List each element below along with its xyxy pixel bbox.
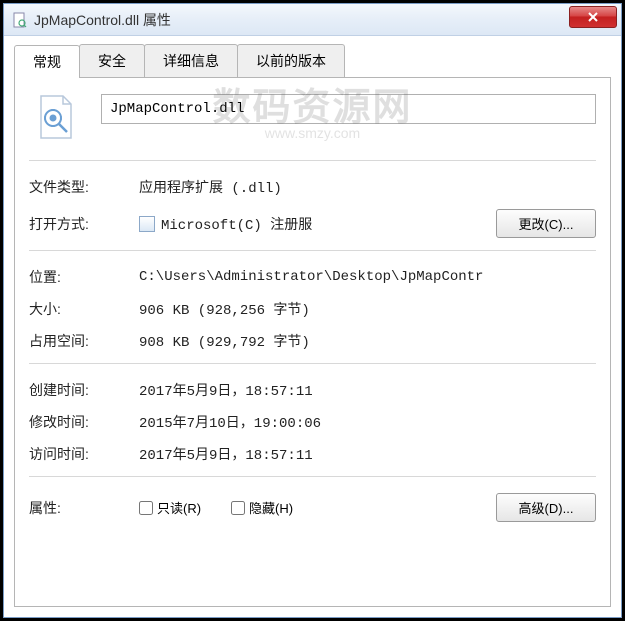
advanced-button[interactable]: 高级(D)...: [496, 493, 596, 522]
created-value: 2017年5月9日，18:57:11: [139, 380, 596, 400]
size-label: 大小:: [29, 299, 139, 319]
divider: [29, 160, 596, 161]
filetype-label: 文件类型:: [29, 177, 139, 197]
accessed-value: 2017年5月9日，18:57:11: [139, 444, 596, 464]
hidden-checkbox-wrap[interactable]: 隐藏(H): [231, 498, 293, 517]
location-value: C:\Users\Administrator\Desktop\JpMapCont…: [139, 269, 596, 285]
tab-previous-versions[interactable]: 以前的版本: [237, 44, 345, 77]
attributes-label: 属性:: [29, 498, 139, 518]
file-type-icon: [12, 12, 28, 28]
app-icon: [139, 216, 155, 232]
change-button[interactable]: 更改(C)...: [496, 209, 596, 238]
created-label: 创建时间:: [29, 380, 139, 400]
divider: [29, 363, 596, 364]
hidden-label: 隐藏(H): [249, 498, 293, 517]
hidden-checkbox[interactable]: [231, 501, 245, 515]
readonly-checkbox-wrap[interactable]: 只读(R): [139, 498, 201, 517]
tab-strip: 常规 安全 详细信息 以前的版本: [14, 44, 611, 77]
readonly-checkbox[interactable]: [139, 501, 153, 515]
properties-window: JpMapControl.dll 属性 数码资源网 www.smzy.com 常…: [3, 3, 622, 618]
tab-details[interactable]: 详细信息: [144, 44, 238, 77]
modified-label: 修改时间:: [29, 412, 139, 432]
openwith-label: 打开方式:: [29, 214, 139, 234]
filetype-value: 应用程序扩展 (.dll): [139, 177, 596, 197]
file-large-icon: [35, 94, 77, 140]
tab-security[interactable]: 安全: [79, 44, 145, 77]
divider: [29, 476, 596, 477]
filename-input[interactable]: [101, 94, 596, 124]
window-title: JpMapControl.dll 属性: [34, 10, 569, 30]
modified-value: 2015年7月10日，19:00:06: [139, 412, 596, 432]
accessed-label: 访问时间:: [29, 444, 139, 464]
openwith-value: Microsoft(C) 注册服: [161, 214, 490, 234]
readonly-label: 只读(R): [157, 498, 201, 517]
titlebar: JpMapControl.dll 属性: [4, 4, 621, 36]
location-label: 位置:: [29, 267, 139, 287]
size-value: 906 KB (928,256 字节): [139, 299, 596, 319]
tab-general[interactable]: 常规: [14, 45, 80, 78]
content-area: 数码资源网 www.smzy.com 常规 安全 详细信息 以前的版本: [4, 36, 621, 617]
divider: [29, 250, 596, 251]
tab-panel-general: 文件类型: 应用程序扩展 (.dll) 打开方式: Microsoft(C) 注…: [14, 77, 611, 607]
close-button[interactable]: [569, 6, 617, 28]
sizeondisk-value: 908 KB (929,792 字节): [139, 331, 596, 351]
sizeondisk-label: 占用空间:: [29, 331, 139, 351]
